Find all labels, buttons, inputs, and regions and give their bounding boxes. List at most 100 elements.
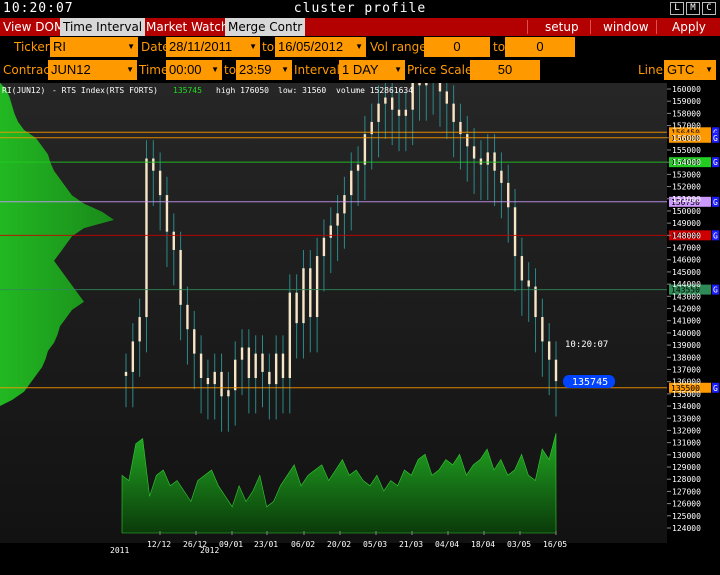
candle-body — [124, 371, 128, 376]
time-to-field[interactable]: 23:59 ▼ — [236, 60, 292, 80]
chart-area[interactable]: 156450G156000G154000G150750G148000G14355… — [0, 54, 720, 575]
y-tick-label: 136000 — [672, 378, 701, 387]
chevron-down-icon: ▼ — [355, 42, 363, 51]
candle-body — [554, 359, 558, 382]
apply-button[interactable]: Apply — [669, 18, 709, 36]
price-scale-field[interactable]: 50 — [470, 60, 540, 80]
time-to-value: 23:59 — [239, 62, 272, 77]
menu-divider — [527, 20, 528, 34]
y-tick-label: 149000 — [672, 219, 701, 228]
date-from-field[interactable]: 28/11/2011 ▼ — [166, 37, 260, 57]
date-to-value: 16/05/2012 — [278, 39, 344, 54]
candle-body — [274, 353, 278, 385]
cursor-price: 135745 — [572, 377, 608, 388]
candle-body — [343, 195, 346, 214]
to-label: to — [493, 40, 506, 54]
candle-body — [452, 103, 455, 122]
line-select[interactable]: GTC ▼ — [664, 60, 716, 80]
menu-setup[interactable]: setup — [542, 18, 582, 36]
menu-merge-contr[interactable]: Merge Contr — [225, 18, 306, 36]
candle-body — [513, 207, 517, 257]
level-g-label: G — [713, 134, 718, 143]
y-tick-label: 155000 — [672, 146, 701, 155]
y-tick-label: 159000 — [672, 97, 701, 106]
ticker-label: Ticker — [14, 40, 50, 54]
chevron-down-icon: ▼ — [281, 65, 289, 74]
x-tick-label: 06/02 — [291, 540, 315, 549]
y-tick-label: 133000 — [672, 414, 701, 423]
y-tick-label: 138000 — [672, 353, 701, 362]
y-tick-label: 139000 — [672, 341, 701, 350]
menu-window[interactable]: window — [600, 18, 652, 36]
price-chart[interactable]: 156450G156000G154000G150750G148000G14355… — [0, 54, 720, 575]
menu-time-interval[interactable]: Time Interval — [60, 18, 146, 36]
candle-body — [158, 170, 162, 196]
candle-body — [186, 304, 189, 330]
window-button-m[interactable]: M — [686, 2, 700, 15]
y-tick-label: 131000 — [672, 439, 701, 448]
window-button-l[interactable]: L — [670, 2, 684, 15]
time-from-field[interactable]: 00:00 ▼ — [166, 60, 222, 80]
candle-body — [390, 97, 394, 110]
candle-body — [350, 170, 353, 196]
ticker-select[interactable]: RI ▼ — [50, 37, 138, 57]
y-tick-label: 140000 — [672, 329, 701, 338]
y-tick-label: 147000 — [672, 244, 701, 253]
x-tick-label: 21/03 — [399, 540, 423, 549]
y-tick-label: 151000 — [672, 195, 701, 204]
candle-body — [541, 317, 544, 342]
candle-body — [179, 249, 182, 305]
y-tick-label: 153000 — [672, 170, 701, 179]
to-label: to — [224, 63, 237, 77]
candle-body — [329, 225, 332, 238]
chart-high: high 176050 — [216, 86, 269, 95]
y-tick-label: 144000 — [672, 280, 701, 289]
date-to-field[interactable]: 16/05/2012 ▼ — [275, 37, 366, 57]
candle-body — [172, 231, 175, 250]
candle-body — [295, 292, 298, 324]
x-tick-label: 03/05 — [507, 540, 531, 549]
interval-select[interactable]: 1 DAY ▼ — [339, 60, 405, 80]
y-tick-label: 146000 — [672, 256, 701, 265]
y-tick-label: 157000 — [672, 122, 701, 131]
candle-body — [445, 91, 448, 104]
menu-bar: View DOM Time Interval Market Watch Merg… — [0, 18, 720, 36]
chevron-down-icon: ▼ — [211, 65, 219, 74]
vol-to-field[interactable]: 0 — [505, 37, 575, 57]
menu-market-watch[interactable]: Market Watch — [143, 18, 231, 36]
candle-body — [479, 158, 483, 165]
chevron-down-icon: ▼ — [127, 42, 135, 51]
candle-body — [472, 146, 476, 159]
candle-body — [152, 158, 155, 171]
x-tick-label: 18/04 — [471, 540, 495, 549]
candle-body — [438, 73, 442, 92]
contract-value: JUN12 — [51, 62, 91, 77]
chevron-down-icon: ▼ — [705, 65, 713, 74]
level-g-label: G — [713, 198, 718, 207]
chart-symbol: RI(JUN12) — [2, 86, 45, 95]
vol-from-field[interactable]: 0 — [424, 37, 490, 57]
level-g-label: G — [713, 286, 718, 295]
candle-body — [309, 268, 312, 318]
candle-body — [281, 353, 285, 379]
y-tick-label: 129000 — [672, 463, 701, 472]
chart-index-name: - RTS Index(RTS FORTS) — [52, 86, 158, 95]
candle-body — [261, 353, 264, 372]
window-button-c[interactable]: C — [702, 2, 716, 15]
menu-view-dom[interactable]: View DOM — [0, 18, 67, 36]
candle-body — [247, 347, 251, 379]
y-tick-label: 145000 — [672, 268, 701, 277]
contract-select[interactable]: JUN12 ▼ — [48, 60, 137, 80]
y-tick-label: 132000 — [672, 426, 701, 435]
y-tick-label: 160000 — [672, 85, 701, 94]
candle-body — [507, 182, 510, 208]
candle-body — [520, 256, 524, 281]
candle-body — [302, 268, 305, 324]
candle-body — [268, 371, 271, 385]
candle-body — [165, 195, 169, 232]
chart-last-price: 135745 — [173, 86, 202, 95]
y-tick-label: 137000 — [672, 365, 701, 374]
candle-body — [254, 353, 257, 379]
y-tick-label: 127000 — [672, 487, 701, 496]
cursor-time: 10:20:07 — [565, 340, 608, 350]
